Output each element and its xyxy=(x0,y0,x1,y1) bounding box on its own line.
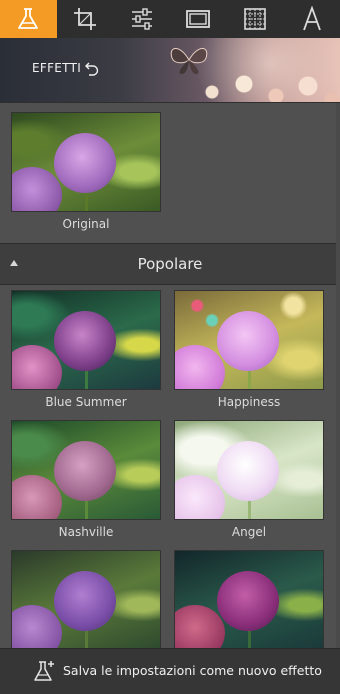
banner-title: EFFETTI xyxy=(32,61,82,75)
effect-angel[interactable] xyxy=(174,420,324,520)
effects-banner: EFFETTI xyxy=(0,38,340,102)
effect-nashville[interactable] xyxy=(11,420,161,520)
sliders-icon xyxy=(131,8,152,30)
crop-icon xyxy=(74,8,96,30)
effect-happiness-label: Happiness xyxy=(217,395,281,409)
tab-effects[interactable] xyxy=(0,0,57,38)
section-popular-title: Popolare xyxy=(137,255,203,273)
effect-blue-summer-label: Blue Summer xyxy=(45,395,127,409)
effect-happiness[interactable] xyxy=(174,290,324,390)
butterfly-icon xyxy=(170,48,208,74)
save-effect-bar[interactable]: Salva le impostazioni come nuovo effetto xyxy=(0,648,340,694)
frame-icon xyxy=(186,10,211,28)
tab-frames[interactable] xyxy=(170,0,227,38)
tool-bar xyxy=(0,0,340,38)
tab-textures[interactable] xyxy=(227,0,284,38)
flask-icon xyxy=(18,8,39,29)
tab-adjust[interactable] xyxy=(113,0,170,38)
undo-icon[interactable] xyxy=(84,60,100,76)
panel-scrollbar[interactable] xyxy=(336,103,340,649)
thumbnail-original-label: Original xyxy=(62,217,110,231)
texture-icon xyxy=(244,8,266,30)
effect-angel-label: Angel xyxy=(231,525,267,539)
effect-nashville-label: Nashville xyxy=(58,525,114,539)
thumbnail-original[interactable] xyxy=(11,112,161,212)
tab-crop[interactable] xyxy=(57,0,114,38)
flask-plus-icon xyxy=(34,661,54,681)
save-effect-label: Salva le impostazioni come nuovo effetto xyxy=(63,663,322,678)
effects-panel: Original Popolare Blue Summer Happiness … xyxy=(0,102,340,650)
section-popular-header[interactable]: Popolare xyxy=(0,243,340,285)
effect-blue-summer[interactable] xyxy=(11,290,161,390)
tab-text[interactable] xyxy=(283,0,340,38)
effect-5[interactable] xyxy=(11,550,161,650)
text-icon xyxy=(302,6,321,31)
effect-6[interactable] xyxy=(174,550,324,650)
